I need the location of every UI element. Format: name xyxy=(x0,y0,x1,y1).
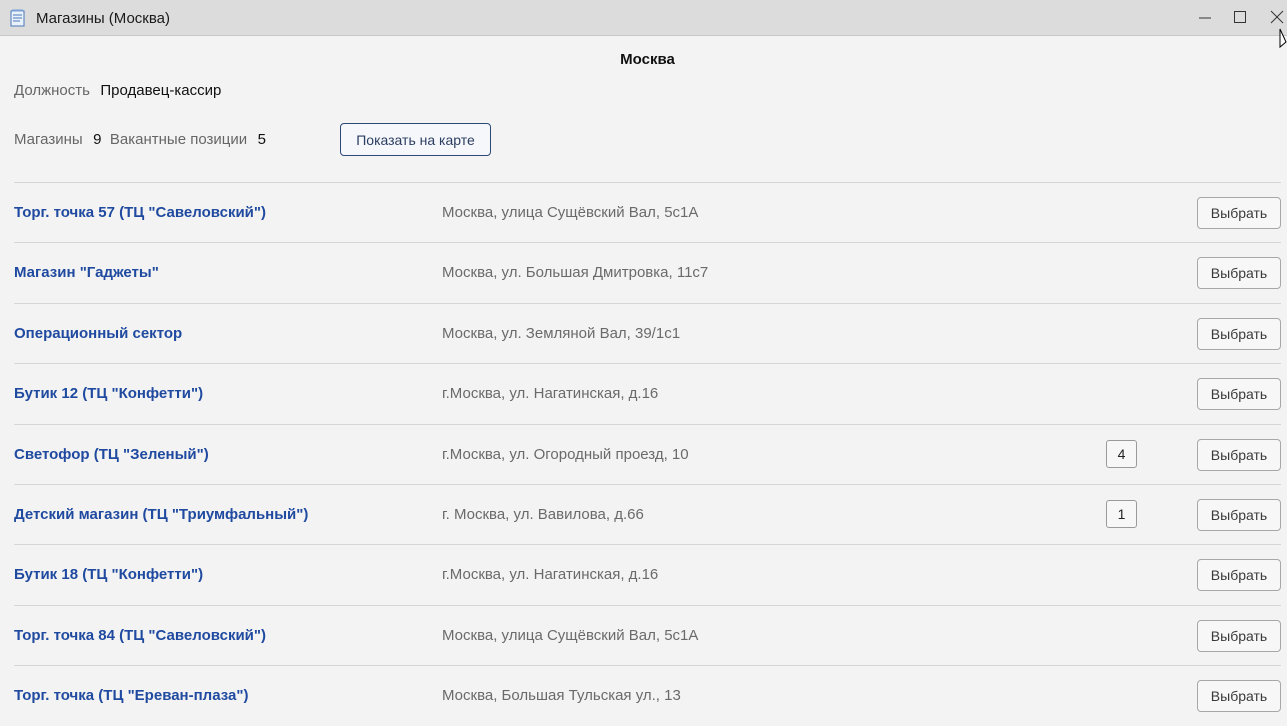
maximize-icon xyxy=(1234,11,1246,23)
store-row: Бутик 18 (ТЦ "Конфетти") г.Москва, ул. Н… xyxy=(14,544,1281,604)
close-icon xyxy=(1270,10,1284,24)
store-row: Магазин "Гаджеты" Москва, ул. Большая Дм… xyxy=(14,242,1281,302)
select-button[interactable]: Выбрать xyxy=(1197,498,1281,531)
title-bar: Магазины (Москва) xyxy=(0,0,1287,36)
store-row: Детский магазин (ТЦ "Триумфальный") г. М… xyxy=(14,483,1281,544)
minimize-button[interactable] xyxy=(1186,0,1224,34)
store-address: Москва, Большая Тульская ул., 13 xyxy=(442,687,681,705)
store-name-link[interactable]: Бутик 18 (ТЦ "Конфетти") xyxy=(14,566,203,583)
mouse-cursor-icon xyxy=(1279,28,1287,55)
position-row: Должность Продавец-кассир xyxy=(14,82,221,100)
store-row: Бутик 12 (ТЦ "Конфетти") г.Москва, ул. Н… xyxy=(14,363,1281,423)
select-button[interactable]: Выбрать xyxy=(1197,559,1281,592)
store-name-link[interactable]: Операционный сектор xyxy=(14,325,182,342)
stats-row: Магазины 9 Вакантные позиции 5 xyxy=(14,131,270,149)
select-button[interactable]: Выбрать xyxy=(1197,438,1281,471)
vacancy-count-badge: 1 xyxy=(1106,499,1137,528)
store-address: г.Москва, ул. Нагатинская, д.16 xyxy=(442,385,659,403)
store-address: Москва, ул. Большая Дмитровка, 11с7 xyxy=(442,264,709,282)
store-name-link[interactable]: Торг. точка 57 (ТЦ "Савеловский") xyxy=(14,204,266,221)
position-label: Должность xyxy=(14,82,90,99)
select-button[interactable]: Выбрать xyxy=(1197,257,1281,290)
store-row: Торг. точка (ТЦ "Ереван-плаза") Москва, … xyxy=(14,665,1281,725)
store-address: Москва, ул. Земляной Вал, 39/1с1 xyxy=(442,324,681,342)
stores-label: Магазины xyxy=(14,131,83,148)
select-button[interactable]: Выбрать xyxy=(1197,317,1281,350)
store-list: Торг. точка 57 (ТЦ "Савеловский") Москва… xyxy=(14,182,1281,726)
store-address: г.Москва, ул. Нагатинская, д.16 xyxy=(442,566,659,584)
store-name-link[interactable]: Магазин "Гаджеты" xyxy=(14,264,159,281)
store-name-link[interactable]: Бутик 12 (ТЦ "Конфетти") xyxy=(14,385,203,402)
notepad-icon xyxy=(9,9,27,27)
store-address: Москва, улица Сущёвский Вал, 5с1А xyxy=(442,626,699,644)
select-button[interactable]: Выбрать xyxy=(1197,680,1281,713)
store-name-link[interactable]: Детский магазин (ТЦ "Триумфальный") xyxy=(14,506,308,523)
select-button[interactable]: Выбрать xyxy=(1197,378,1281,411)
store-name-link[interactable]: Торг. точка (ТЦ "Ереван-плаза") xyxy=(14,687,248,704)
store-name-link[interactable]: Торг. точка 84 (ТЦ "Савеловский") xyxy=(14,627,266,644)
store-address: Москва, улица Сущёвский Вал, 5с1А xyxy=(442,204,699,221)
store-name-link[interactable]: Светофор (ТЦ "Зеленый") xyxy=(14,446,209,463)
vacancies-count: 5 xyxy=(257,131,266,148)
store-address: г. Москва, ул. Вавилова, д.66 xyxy=(442,505,644,523)
city-heading: Москва xyxy=(620,51,675,68)
store-row: Торг. точка 57 (ТЦ "Савеловский") Москва… xyxy=(14,182,1281,242)
store-row: Операционный сектор Москва, ул. Земляной… xyxy=(14,302,1281,363)
minimize-icon xyxy=(1199,17,1211,19)
store-row: Светофор (ТЦ "Зеленый") г.Москва, ул. Ог… xyxy=(14,423,1281,484)
maximize-button[interactable] xyxy=(1221,0,1259,34)
show-on-map-button[interactable]: Показать на карте xyxy=(340,123,491,156)
store-address: г.Москва, ул. Огородный проезд, 10 xyxy=(442,445,689,463)
store-row: Торг. точка 84 (ТЦ "Савеловский") Москва… xyxy=(14,604,1281,665)
select-button[interactable]: Выбрать xyxy=(1197,619,1281,652)
position-value: Продавец-кассир xyxy=(100,82,222,99)
stores-count: 9 xyxy=(93,131,102,148)
vacancy-count-badge: 4 xyxy=(1106,439,1137,468)
window-title: Магазины (Москва) xyxy=(36,10,171,27)
select-button[interactable]: Выбрать xyxy=(1197,197,1281,229)
vacancies-label: Вакантные позиции xyxy=(109,131,248,148)
